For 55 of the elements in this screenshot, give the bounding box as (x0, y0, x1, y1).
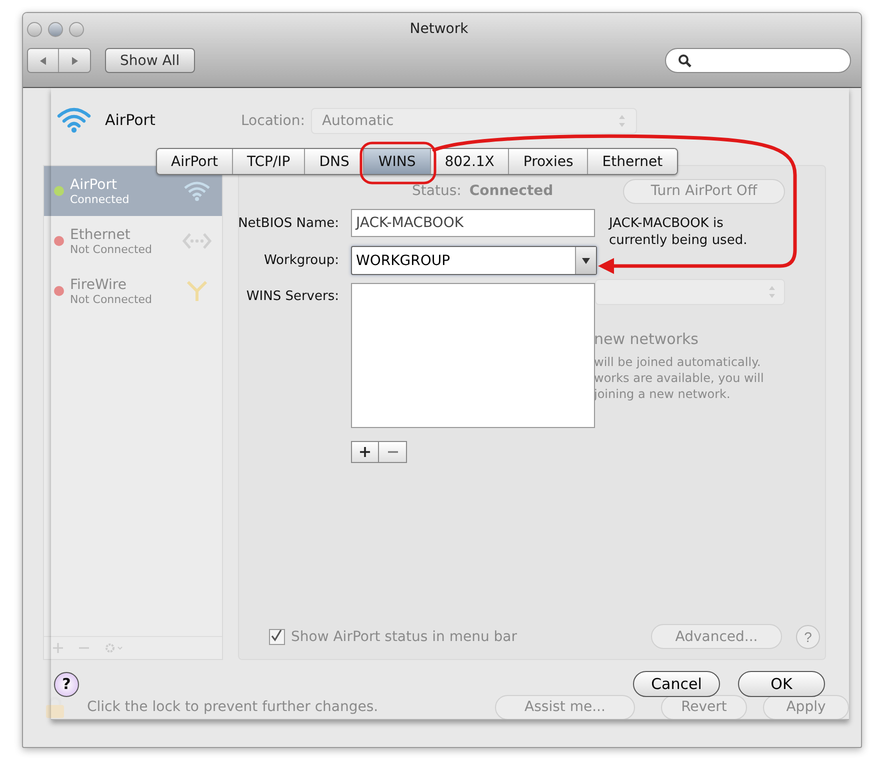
gear-icon[interactable] (104, 642, 124, 654)
workgroup-combo-box[interactable]: WORKGROUP (351, 246, 597, 275)
service-name: AirPort (70, 176, 118, 192)
wifi-icon (56, 106, 92, 134)
section-heading: new networks (594, 330, 700, 348)
service-status: Not Connected (70, 242, 154, 256)
tab[interactable]: 802.1X (430, 149, 510, 174)
checkbox[interactable] (269, 628, 285, 644)
back-button[interactable] (28, 49, 59, 72)
tab[interactable]: TCP/IP (232, 149, 306, 174)
show-all-button[interactable]: Show All (105, 48, 195, 73)
tab[interactable]: AirPort (157, 149, 233, 174)
left-triangle-icon (38, 56, 48, 66)
add-button[interactable] (351, 441, 379, 463)
minimize-button[interactable] (48, 22, 63, 36)
network-name-popup[interactable] (595, 279, 785, 305)
zoom-button[interactable] (69, 22, 84, 36)
netbios-name-label: NetBIOS Name: (238, 216, 339, 230)
description-text: will be joined automatically. (594, 354, 762, 370)
lock-text: Click the lock to prevent further changes. (87, 699, 378, 715)
close-button[interactable] (27, 22, 42, 36)
stepper-arrows-icon (768, 285, 776, 299)
dropdown-caret-icon (582, 258, 590, 264)
service-name: FireWire (70, 276, 128, 292)
tab[interactable]: DNS (305, 149, 364, 174)
netbios-name-field[interactable]: JACK-MACBOOK (351, 209, 595, 237)
window-title: Network (408, 21, 470, 37)
tab[interactable]: Proxies (509, 149, 588, 174)
status-value: Connected (469, 183, 554, 199)
wins-servers-list[interactable] (351, 283, 595, 428)
workgroup-label: Workgroup: (264, 253, 339, 268)
right-triangle-icon (70, 56, 80, 66)
status-label: Status: (412, 183, 462, 199)
wifi-icon (182, 180, 212, 202)
service-status: Not Connected (70, 292, 154, 306)
wins-servers-label: WINS Servers: (246, 288, 339, 304)
plus-icon[interactable] (52, 642, 64, 654)
tab[interactable]: Ethernet (588, 149, 677, 174)
service-status: Connected (70, 192, 130, 206)
search-icon (678, 54, 692, 68)
tab[interactable]: WINS (364, 149, 431, 174)
help-button[interactable]: ? (54, 672, 79, 696)
description-text: works are available, you will (594, 370, 765, 386)
checkbox-label: Show AirPort status in menu bar (291, 628, 518, 644)
ok-button[interactable]: OK (738, 671, 825, 697)
service-title: AirPort (105, 111, 156, 129)
location-label: Location: (241, 113, 305, 129)
description-text: joining a new network. (594, 386, 732, 402)
plus-icon (360, 447, 370, 457)
cancel-button[interactable]: Cancel (633, 671, 720, 697)
search-field[interactable] (665, 48, 851, 73)
note-text: JACK-MACBOOK is currently being used. (609, 215, 748, 250)
stepper-arrows-icon (618, 114, 626, 128)
forward-button[interactable] (59, 49, 90, 72)
service-name: Ethernet (70, 226, 132, 242)
